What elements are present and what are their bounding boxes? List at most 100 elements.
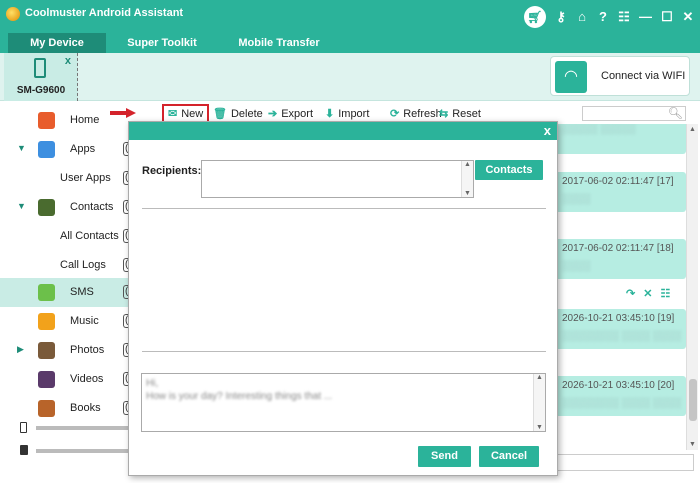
scroll-thumb[interactable] <box>689 379 697 421</box>
search-icon[interactable]: 🔍︎ <box>668 106 683 120</box>
scroll-up-icon[interactable]: ▲ <box>464 161 471 168</box>
reset-button[interactable]: ⇆ Reset <box>439 106 481 122</box>
scroll-down-icon[interactable]: ▼ <box>689 441 696 448</box>
cart-icon[interactable]: 🛒︎ <box>524 6 546 28</box>
message-preview: ░░░░░ ░░░░░ <box>562 124 636 135</box>
sidebar-item-apps[interactable]: ▼ Apps ( <box>0 135 133 164</box>
contacts-icon <box>38 199 55 216</box>
scroll-up-icon[interactable]: ▲ <box>689 126 696 133</box>
cancel-button[interactable]: Cancel <box>479 446 539 467</box>
document-icon[interactable]: ☷ <box>660 287 670 300</box>
tab-mobile-transfer[interactable]: Mobile Transfer <box>226 33 332 53</box>
refresh-button[interactable]: ⟳ Refresh <box>390 106 442 122</box>
message-preview: ░░░░ <box>562 194 591 205</box>
delete-x-icon[interactable]: ✕ <box>643 287 652 300</box>
sidebar-item-all-contacts[interactable]: All Contacts ( <box>0 222 133 251</box>
maximize-icon[interactable]: ☐ <box>661 8 673 26</box>
new-label: New <box>181 108 204 120</box>
device-card[interactable]: x SM-G9600 <box>4 53 78 101</box>
window-controls: 🛒︎ ⚷ ⌂ ? ☷ — ☐ ✕ <box>524 6 694 28</box>
app-logo-icon <box>6 7 20 21</box>
send-button[interactable]: Send <box>418 446 471 467</box>
list-item[interactable]: 2017-06-02 02:11:47 [17] ░░░░ <box>554 172 686 212</box>
device-close-icon[interactable]: x <box>65 55 71 67</box>
sidebar-item-videos[interactable]: Videos ( <box>0 365 133 394</box>
sidebar-item-label: Videos <box>70 373 104 385</box>
close-icon[interactable]: ✕ <box>682 8 694 26</box>
expand-arrow-icon[interactable]: ▶ <box>17 344 24 355</box>
delete-button[interactable]: 🗑︎ Delete <box>213 106 263 122</box>
sidebar-item-label: Books <box>70 402 101 414</box>
scroll-down-icon[interactable]: ▼ <box>464 190 471 197</box>
sidebar-item-sms[interactable]: SMS ( <box>0 278 133 307</box>
title-bar: Coolmuster Android Assistant 🛒︎ ⚷ ⌂ ? ☷ … <box>0 0 700 33</box>
message-preview: ░░░░░░░░ ░░░░ ░░░░ <box>562 331 681 342</box>
export-arrow-icon: ➔ <box>268 108 278 120</box>
message-preview: ░░░░░░░░ ░░░░ ░░░░ <box>562 398 681 409</box>
sidebar-item-label: Contacts <box>70 201 114 213</box>
device-name: SM-G9600 <box>16 85 66 96</box>
message-actions: ↷ ✕ ☷ <box>626 287 670 300</box>
message-date: 2026-10-21 03:45:10 [20] <box>562 380 675 391</box>
expand-arrow-icon[interactable]: ▼ <box>17 201 26 211</box>
message-date: 2026-10-21 03:45:10 [19] <box>562 313 675 324</box>
home-icon[interactable]: ⌂ <box>576 8 588 26</box>
list-item[interactable]: 2017-06-02 02:11:47 [18] ░░░░ <box>554 239 686 279</box>
list-item[interactable]: 2026-10-21 03:45:10 [19] ░░░░░░░░ ░░░░ ░… <box>554 309 686 349</box>
sidebar: Home ▼ Apps ( User Apps ( ▼ Contacts ( A… <box>0 102 135 460</box>
bottom-input[interactable] <box>548 454 694 471</box>
tab-my-device[interactable]: My Device <box>8 33 106 53</box>
message-preview: ░░░░ <box>562 261 591 272</box>
list-scrollbar[interactable]: ▲ ▼ <box>686 124 698 450</box>
sidebar-item-photos[interactable]: ▶ Photos ( <box>0 336 133 365</box>
contacts-button[interactable]: Contacts <box>475 160 543 180</box>
recipients-scrollbar[interactable]: ▲ ▼ <box>461 161 473 197</box>
export-label: Export <box>281 108 314 120</box>
recipients-label: Recipients: <box>142 165 202 177</box>
scroll-up-icon[interactable]: ▲ <box>536 374 543 381</box>
divider <box>142 351 546 352</box>
message-compose-field[interactable]: Hi, How is your day? Interesting things … <box>141 373 546 432</box>
tab-super-toolkit[interactable]: Super Toolkit <box>116 33 208 53</box>
forward-icon[interactable]: ↷ <box>626 287 635 300</box>
sidebar-item-contacts[interactable]: ▼ Contacts ( <box>0 193 133 222</box>
compose-scrollbar[interactable]: ▲ ▼ <box>533 374 545 431</box>
expand-arrow-icon[interactable]: ▼ <box>17 143 26 153</box>
scroll-down-icon[interactable]: ▼ <box>536 424 543 431</box>
divider <box>142 208 546 209</box>
import-arrow-icon: ⬇ <box>325 108 335 120</box>
message-date: 2017-06-02 02:11:47 [18] <box>562 243 674 254</box>
connect-wifi-button[interactable]: ◠ Connect via WIFI <box>550 56 690 96</box>
sidebar-item-call-logs[interactable]: Call Logs ( <box>0 251 133 280</box>
refresh-icon: ⟳ <box>390 108 400 120</box>
phone-icon <box>34 58 46 78</box>
main-tabs: My Device Super Toolkit Mobile Transfer <box>0 33 700 53</box>
sidebar-item-user-apps[interactable]: User Apps ( <box>0 164 133 193</box>
dialog-close-icon[interactable]: x <box>544 123 551 138</box>
reset-icon: ⇆ <box>439 108 449 120</box>
connect-wifi-label: Connect via WIFI <box>601 70 686 82</box>
feedback-icon[interactable]: ☷ <box>618 8 630 26</box>
photos-icon <box>38 342 55 359</box>
sidebar-item-label: Apps <box>70 143 96 155</box>
search-input[interactable]: 🔍︎ <box>582 106 686 121</box>
export-button[interactable]: ➔ Export <box>268 106 313 122</box>
import-button[interactable]: ⬇ Import <box>325 106 369 122</box>
list-item[interactable]: ░░░░░ ░░░░░ <box>554 124 686 154</box>
sidebar-item-music[interactable]: Music ( <box>0 307 133 336</box>
compose-text: Hi, How is your day? Interesting things … <box>146 378 333 402</box>
list-item[interactable]: 2026-10-21 03:45:10 [20] ░░░░░░░░ ░░░░ ░… <box>554 376 686 416</box>
sidebar-item-label: Home <box>70 114 100 126</box>
sidebar-item-label: All Contacts <box>60 230 119 242</box>
minimize-icon[interactable]: — <box>639 8 652 26</box>
delete-label: Delete <box>230 108 263 120</box>
videos-icon <box>38 371 55 388</box>
recipients-field[interactable]: ▲ ▼ <box>201 160 474 198</box>
help-icon[interactable]: ? <box>597 8 609 26</box>
new-message-dialog: x Recipients: ▲ ▼ Contacts Hi, How is yo… <box>128 121 558 476</box>
apps-icon <box>38 141 55 158</box>
home-icon <box>38 112 55 129</box>
sidebar-item-books[interactable]: Books (2 <box>0 394 135 423</box>
key-icon[interactable]: ⚷ <box>555 8 567 26</box>
sd-storage-bar <box>18 445 130 457</box>
